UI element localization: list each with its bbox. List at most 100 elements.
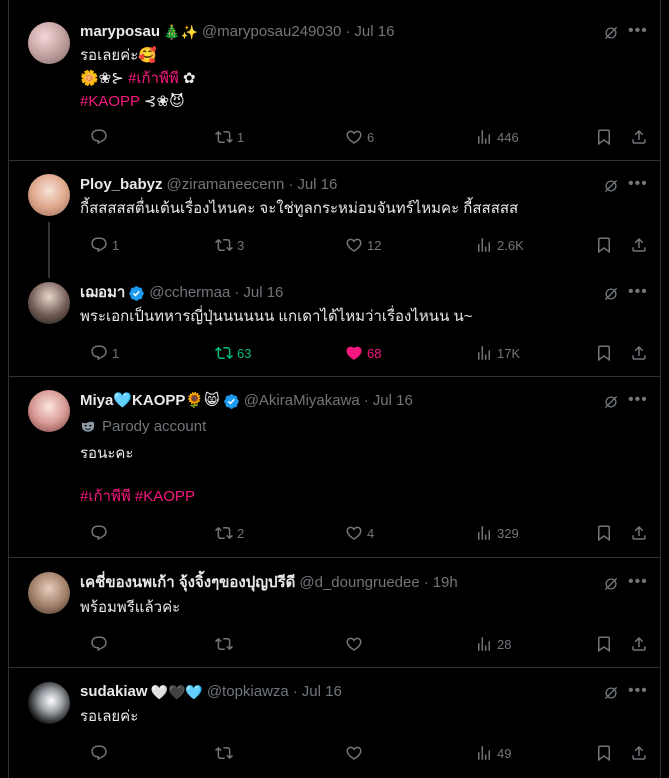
display-name[interactable]: maryposau bbox=[80, 22, 160, 42]
reply-button[interactable] bbox=[90, 127, 112, 147]
hashtag-link[interactable]: #KAOPP bbox=[80, 93, 140, 110]
repost-button[interactable]: 2 bbox=[215, 523, 244, 543]
timestamp[interactable]: Jul 16 bbox=[243, 283, 283, 303]
post-text: รอเลยค่ะ bbox=[80, 708, 139, 725]
share-button[interactable] bbox=[630, 634, 648, 654]
views-button[interactable]: 49 bbox=[475, 743, 511, 763]
views-button[interactable]: 17K bbox=[475, 343, 520, 363]
post-text: พระเอกเป็นทหารญี่ปุ่นนนนนน แกเดาได้ไหมว่… bbox=[80, 308, 473, 325]
bookmark-icon bbox=[595, 635, 613, 653]
post-divider bbox=[9, 557, 660, 558]
view-count: 49 bbox=[497, 745, 512, 761]
timestamp[interactable]: Jul 16 bbox=[302, 682, 342, 702]
timeline-feed: maryposau 🎄✨ @maryposau249030 · Jul 16 •… bbox=[8, 0, 661, 778]
repost-icon bbox=[215, 635, 233, 653]
like-button[interactable]: 12 bbox=[345, 235, 381, 255]
views-button[interactable]: 2.6K bbox=[475, 235, 524, 255]
bookmark-icon bbox=[595, 128, 613, 146]
grok-icon[interactable] bbox=[602, 575, 620, 593]
display-name[interactable]: Ploy_babyz bbox=[80, 175, 163, 195]
view-count: 329 bbox=[497, 525, 519, 541]
bookmark-button[interactable] bbox=[595, 235, 613, 255]
timestamp[interactable]: Jul 16 bbox=[354, 22, 394, 42]
avatar[interactable] bbox=[28, 282, 70, 324]
hashtag-link[interactable]: #เก้าพีพี #KAOPP bbox=[80, 486, 195, 508]
bookmark-button[interactable] bbox=[595, 634, 613, 654]
timestamp[interactable]: Jul 16 bbox=[373, 391, 413, 411]
reply-count: 1 bbox=[112, 345, 120, 361]
repost-button[interactable]: 3 bbox=[215, 235, 244, 255]
post-header: เฌอมา @cchermaa · Jul 16 bbox=[80, 283, 283, 303]
reply-button[interactable] bbox=[90, 634, 112, 654]
repost-button[interactable]: 63 bbox=[215, 343, 251, 363]
grok-icon[interactable] bbox=[602, 177, 620, 195]
grok-icon[interactable] bbox=[602, 684, 620, 702]
views-button[interactable]: 329 bbox=[475, 523, 519, 543]
like-button[interactable] bbox=[345, 634, 367, 654]
share-button[interactable] bbox=[630, 127, 648, 147]
display-name[interactable]: sudakiaw bbox=[80, 682, 148, 702]
views-button[interactable]: 446 bbox=[475, 127, 519, 147]
user-handle[interactable]: @d_doungruedee bbox=[299, 573, 419, 593]
repost-button[interactable] bbox=[215, 634, 237, 654]
avatar[interactable] bbox=[28, 682, 70, 724]
avatar[interactable] bbox=[28, 22, 70, 64]
reply-icon bbox=[90, 744, 108, 762]
repost-button[interactable]: 1 bbox=[215, 127, 244, 147]
share-button[interactable] bbox=[630, 235, 648, 255]
repost-icon bbox=[215, 744, 233, 762]
like-button[interactable]: 68 bbox=[345, 343, 381, 363]
more-icon[interactable]: ••• bbox=[628, 283, 647, 301]
share-button[interactable] bbox=[630, 743, 648, 763]
grok-icon[interactable] bbox=[602, 393, 620, 411]
avatar[interactable] bbox=[28, 390, 70, 432]
more-icon[interactable]: ••• bbox=[628, 682, 647, 700]
bookmark-button[interactable] bbox=[595, 523, 613, 543]
action-bar: 1 3 12 2.6K bbox=[80, 235, 650, 255]
view-count: 17K bbox=[497, 345, 521, 361]
verified-badge-icon bbox=[128, 285, 145, 302]
avatar[interactable] bbox=[28, 572, 70, 614]
bookmark-button[interactable] bbox=[595, 343, 613, 363]
more-icon[interactable]: ••• bbox=[628, 573, 647, 591]
views-icon bbox=[475, 236, 493, 254]
parody-mask-icon bbox=[80, 419, 96, 435]
share-button[interactable] bbox=[630, 343, 648, 363]
like-button[interactable]: 6 bbox=[345, 127, 374, 147]
share-icon bbox=[630, 344, 648, 362]
grok-icon[interactable] bbox=[602, 24, 620, 42]
like-count: 68 bbox=[367, 345, 382, 361]
more-icon[interactable]: ••• bbox=[628, 22, 647, 40]
like-count: 12 bbox=[367, 237, 382, 253]
hashtag-link[interactable]: #เก้าพีพี bbox=[128, 70, 179, 87]
post-header: Miya🩵KAOPP🌻😸 @AkiraMiyakawa · Jul 16 bbox=[80, 391, 413, 411]
timestamp[interactable]: Jul 16 bbox=[297, 175, 337, 195]
user-handle[interactable]: @ziramaneecenn bbox=[167, 175, 285, 195]
like-button[interactable] bbox=[345, 743, 367, 763]
post-text-line: รอเลยค่ะ🥰 bbox=[80, 47, 157, 64]
reply-button[interactable]: 1 bbox=[90, 235, 119, 255]
avatar[interactable] bbox=[28, 174, 70, 216]
post-divider bbox=[9, 667, 660, 668]
user-handle[interactable]: @AkiraMiyakawa bbox=[244, 391, 360, 411]
reply-button[interactable] bbox=[90, 743, 112, 763]
like-button[interactable]: 4 bbox=[345, 523, 374, 543]
reply-button[interactable]: 1 bbox=[90, 343, 119, 363]
more-icon[interactable]: ••• bbox=[628, 391, 647, 409]
timestamp[interactable]: 19h bbox=[433, 573, 458, 593]
grok-icon[interactable] bbox=[602, 285, 620, 303]
emoji-decoration: ✿ bbox=[178, 70, 196, 87]
bookmark-button[interactable] bbox=[595, 743, 613, 763]
user-handle[interactable]: @maryposau249030 bbox=[202, 22, 341, 42]
display-name[interactable]: Miya🩵KAOPP🌻😸 bbox=[80, 391, 220, 411]
views-button[interactable]: 28 bbox=[475, 634, 511, 654]
repost-button[interactable] bbox=[215, 743, 237, 763]
user-handle[interactable]: @cchermaa bbox=[149, 283, 230, 303]
user-handle[interactable]: @topkiawza bbox=[207, 682, 289, 702]
share-button[interactable] bbox=[630, 523, 648, 543]
reply-button[interactable] bbox=[90, 523, 112, 543]
bookmark-button[interactable] bbox=[595, 127, 613, 147]
display-name[interactable]: เคชี่ของนพเก้า จุ้งจิ้งๆของปุญปรีดี bbox=[80, 573, 295, 593]
more-icon[interactable]: ••• bbox=[628, 175, 647, 193]
display-name[interactable]: เฌอมา bbox=[80, 283, 125, 303]
